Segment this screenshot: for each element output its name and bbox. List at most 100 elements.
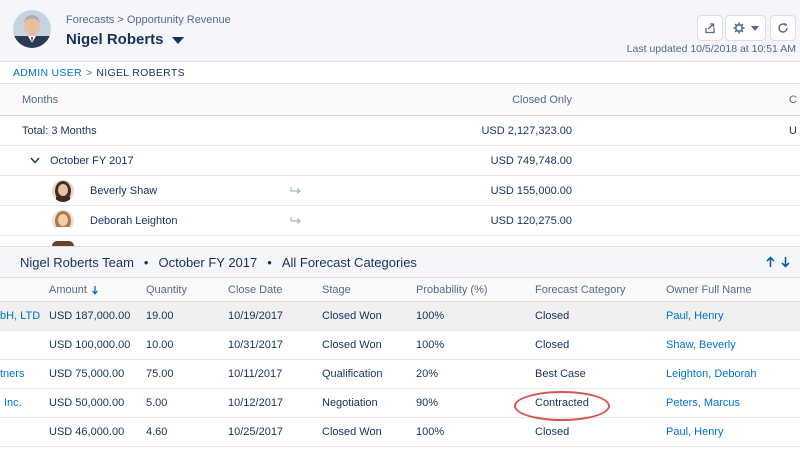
forecast-category-cell: Closed bbox=[535, 426, 570, 438]
period-closed-only[interactable]: USD 749,748.00 bbox=[491, 146, 572, 175]
opportunity-panel-header: Nigel Roberts Team • October FY 2017 • A… bbox=[0, 246, 800, 278]
amount-cell: USD 46,000.00 bbox=[49, 426, 125, 438]
stage-cell: Qualification bbox=[322, 368, 383, 380]
total-closed-only[interactable]: USD 2,127,323.00 bbox=[481, 116, 572, 145]
quantity-cell: 10.00 bbox=[146, 339, 174, 351]
quantity-column-header[interactable]: Quantity bbox=[146, 278, 187, 301]
closed-only-column-header[interactable]: Closed Only bbox=[512, 84, 572, 115]
table-row[interactable]: Inc. USD 50,000.00 5.00 10/12/2017 Negot… bbox=[0, 389, 800, 418]
panel-resize-controls bbox=[766, 256, 790, 268]
forecast-category-cell: Closed bbox=[535, 310, 570, 322]
probability-cell: 100% bbox=[416, 426, 445, 438]
probability-column-header[interactable]: Probability (%) bbox=[416, 278, 488, 301]
amount-column-header[interactable]: Amount bbox=[49, 278, 99, 301]
stage-cell: Closed Won bbox=[322, 426, 382, 438]
panel-period: October FY 2017 bbox=[158, 254, 258, 270]
close-date-cell: 10/19/2017 bbox=[228, 310, 284, 322]
owner-link[interactable]: Paul, Henry bbox=[666, 418, 723, 446]
amount-cell: USD 187,000.00 bbox=[49, 310, 131, 322]
probability-cell: 90% bbox=[416, 397, 439, 409]
period-label: October FY 2017 bbox=[50, 154, 134, 167]
quantity-cell: 75.00 bbox=[146, 368, 174, 380]
owner-column-header[interactable]: Owner Full Name bbox=[666, 278, 752, 301]
owner-link[interactable]: Shaw, Beverly bbox=[666, 331, 736, 359]
forecast-category-column-header[interactable]: Forecast Category bbox=[535, 278, 625, 301]
last-updated-text: Last updated 10/5/2018 at 10:51 AM bbox=[626, 43, 796, 55]
drill-arrow-icon[interactable] bbox=[290, 176, 302, 205]
owner-avatar bbox=[13, 10, 51, 48]
probability-cell: 100% bbox=[416, 339, 445, 351]
total-next-column[interactable]: U bbox=[789, 116, 797, 145]
quantity-cell: 5.00 bbox=[146, 397, 168, 409]
rep-avatar bbox=[52, 206, 74, 235]
breadcrumb-separator: > bbox=[85, 66, 93, 79]
sort-down-icon bbox=[91, 285, 98, 295]
forecast-breadcrumb: Forecasts > Opportunity Revenue bbox=[66, 14, 231, 26]
forecast-total-row[interactable]: Total: 3 Months USD 2,127,323.00 U bbox=[0, 116, 800, 146]
drill-arrow-icon[interactable] bbox=[290, 206, 302, 235]
share-button[interactable] bbox=[697, 15, 723, 41]
rep-closed-only[interactable]: USD 120,275.00 bbox=[491, 206, 572, 235]
caret-down-icon bbox=[750, 25, 759, 31]
forecast-category-cell: Best Case bbox=[535, 368, 586, 380]
total-label: Total: 3 Months bbox=[22, 124, 97, 137]
owner-link[interactable]: Paul, Henry bbox=[666, 302, 723, 330]
close-date-cell: 10/12/2017 bbox=[228, 397, 284, 409]
amount-cell: USD 75,000.00 bbox=[49, 368, 125, 380]
chevron-down-icon[interactable] bbox=[30, 146, 40, 175]
amount-cell: USD 100,000.00 bbox=[49, 339, 131, 351]
account-link[interactable]: Inc. bbox=[4, 389, 22, 417]
panel-category: All Forecast Categories bbox=[281, 254, 417, 270]
rep-row[interactable]: Beverly Shaw USD 155,000.00 bbox=[0, 176, 800, 206]
stage-column-header[interactable]: Stage bbox=[322, 278, 351, 301]
account-link[interactable]: tners bbox=[0, 360, 24, 388]
refresh-icon bbox=[778, 23, 788, 33]
forecast-category-cell: Contracted bbox=[535, 397, 589, 409]
forecast-category-cell: Closed bbox=[535, 339, 570, 351]
rep-row[interactable]: Deborah Leighton USD 120,275.00 bbox=[0, 206, 800, 236]
table-row[interactable]: tners USD 75,000.00 75.00 10/11/2017 Qua… bbox=[0, 360, 800, 389]
table-row[interactable]: USD 46,000.00 4.60 10/25/2017 Closed Won… bbox=[0, 418, 800, 447]
breadcrumb-current: NIGEL ROBERTS bbox=[96, 66, 185, 79]
close-date-cell: 10/25/2017 bbox=[228, 426, 284, 438]
arrow-up-icon[interactable] bbox=[766, 256, 775, 268]
owner-name[interactable]: Nigel Roberts bbox=[66, 31, 164, 48]
owner-link[interactable]: Peters, Marcus bbox=[666, 389, 740, 417]
stage-cell: Closed Won bbox=[322, 310, 382, 322]
rep-name[interactable]: Beverly Shaw bbox=[90, 176, 157, 205]
stage-cell: Closed Won bbox=[322, 339, 382, 351]
next-column-header[interactable]: C bbox=[789, 84, 797, 115]
panel-team: Nigel Roberts Team bbox=[20, 254, 134, 270]
probability-cell: 20% bbox=[416, 368, 439, 380]
gear-icon bbox=[733, 22, 744, 34]
account-link[interactable]: bH, LTD bbox=[0, 302, 40, 330]
refresh-button[interactable] bbox=[770, 15, 796, 41]
panel-separator: • bbox=[267, 254, 272, 270]
months-column-header[interactable]: Months bbox=[22, 84, 58, 115]
stage-cell: Negotiation bbox=[322, 397, 378, 409]
rep-avatar bbox=[52, 176, 74, 205]
quantity-cell: 19.00 bbox=[146, 310, 174, 322]
share-icon bbox=[705, 23, 715, 34]
quantity-cell: 4.60 bbox=[146, 426, 168, 438]
arrow-down-icon[interactable] bbox=[781, 256, 790, 268]
close-date-cell: 10/11/2017 bbox=[228, 368, 283, 380]
table-row[interactable]: bH, LTD USD 187,000.00 19.00 10/19/2017 … bbox=[0, 302, 800, 331]
forecast-period-row[interactable]: October FY 2017 USD 749,748.00 bbox=[0, 146, 800, 176]
probability-cell: 100% bbox=[416, 310, 445, 322]
chevron-down-icon[interactable] bbox=[172, 37, 184, 44]
page-header: Forecasts > Opportunity Revenue Nigel Ro… bbox=[0, 0, 800, 62]
forecast-grid-header: Months Closed Only C bbox=[0, 84, 800, 116]
rep-row-partial bbox=[0, 236, 800, 246]
panel-separator: • bbox=[143, 254, 149, 270]
rep-name[interactable]: Deborah Leighton bbox=[90, 206, 177, 235]
owner-link[interactable]: Leighton, Deborah bbox=[666, 360, 757, 388]
breadcrumb-admin-user[interactable]: ADMIN USER bbox=[13, 67, 82, 79]
rep-closed-only[interactable]: USD 155,000.00 bbox=[491, 176, 572, 205]
settings-menu-button[interactable] bbox=[725, 15, 766, 41]
table-row[interactable]: USD 100,000.00 10.00 10/31/2017 Closed W… bbox=[0, 331, 800, 360]
close-date-column-header[interactable]: Close Date bbox=[228, 278, 282, 301]
hierarchy-breadcrumb: ADMIN USER > NIGEL ROBERTS bbox=[0, 62, 800, 84]
amount-cell: USD 50,000.00 bbox=[49, 397, 125, 409]
close-date-cell: 10/31/2017 bbox=[228, 339, 284, 351]
